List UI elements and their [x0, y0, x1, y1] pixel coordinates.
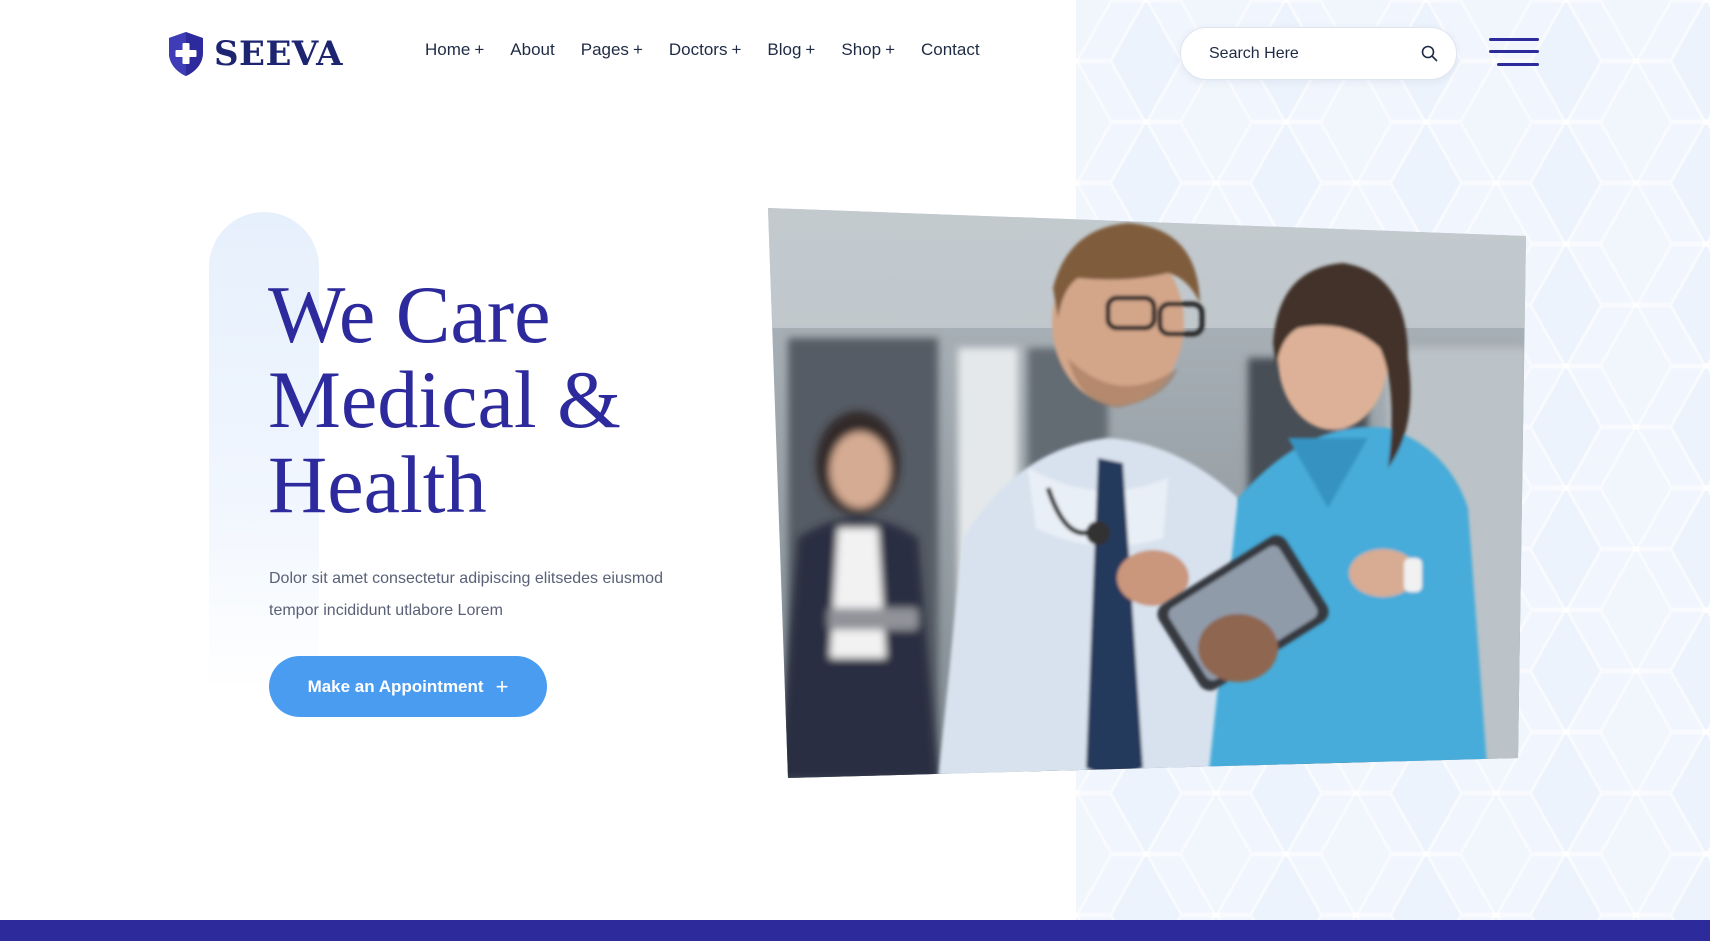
shield-cross-icon: [169, 32, 203, 76]
plus-icon: +: [495, 673, 509, 699]
nav-item-doctors[interactable]: Doctors +: [669, 40, 742, 60]
hamburger-menu-icon[interactable]: [1489, 36, 1539, 70]
search-icon[interactable]: [1420, 45, 1438, 63]
cta-label: Make an Appointment: [307, 676, 484, 696]
brand-logo[interactable]: SEEVA: [168, 30, 343, 78]
nav-item-label: Blog: [767, 40, 802, 59]
nav-item-blog[interactable]: Blog +: [767, 40, 815, 60]
nav-item-about[interactable]: About: [510, 40, 554, 60]
nav-item-pages[interactable]: Pages +: [581, 40, 643, 60]
make-appointment-button[interactable]: Make an Appointment +: [269, 656, 547, 717]
hero-title-line: Health: [268, 439, 487, 530]
plus-icon: +: [805, 40, 816, 59]
menu-line: [1489, 50, 1539, 53]
doctor-and-nurse-with-tablet-photo: [768, 208, 1530, 780]
hero-title: We Care Medical & Health: [268, 272, 708, 527]
nav-item-shop[interactable]: Shop +: [841, 40, 895, 60]
bottom-accent-band: [0, 920, 1710, 941]
hero-description: Dolor sit amet consectetur adipiscing el…: [269, 570, 663, 619]
plus-icon: +: [731, 40, 742, 59]
plus-icon: +: [632, 40, 643, 59]
nav-item-label: Pages: [580, 40, 629, 59]
nav-item-label: Home: [425, 40, 471, 59]
main-navigation: Home + About Pages + Doctors + Blog + Shop + …: [425, 40, 1006, 60]
hero-title-line: Medical &: [268, 354, 621, 445]
menu-line: [1489, 38, 1539, 41]
search-box: [1180, 27, 1457, 80]
nav-item-label: About: [510, 40, 555, 59]
nav-item-label: Contact: [921, 40, 980, 59]
nav-item-contact[interactable]: Contact: [921, 40, 980, 60]
hero-title-line: We Care: [268, 269, 551, 360]
plus-icon: +: [885, 40, 895, 59]
nav-item-label: Shop: [841, 40, 882, 59]
nav-item-home[interactable]: Home +: [425, 40, 484, 60]
nav-item-label: Doctors: [668, 40, 728, 59]
plus-icon: +: [474, 40, 485, 59]
brand-name: SEEVA: [214, 34, 344, 74]
search-input[interactable]: [1207, 43, 1420, 64]
menu-line: [1497, 63, 1539, 66]
